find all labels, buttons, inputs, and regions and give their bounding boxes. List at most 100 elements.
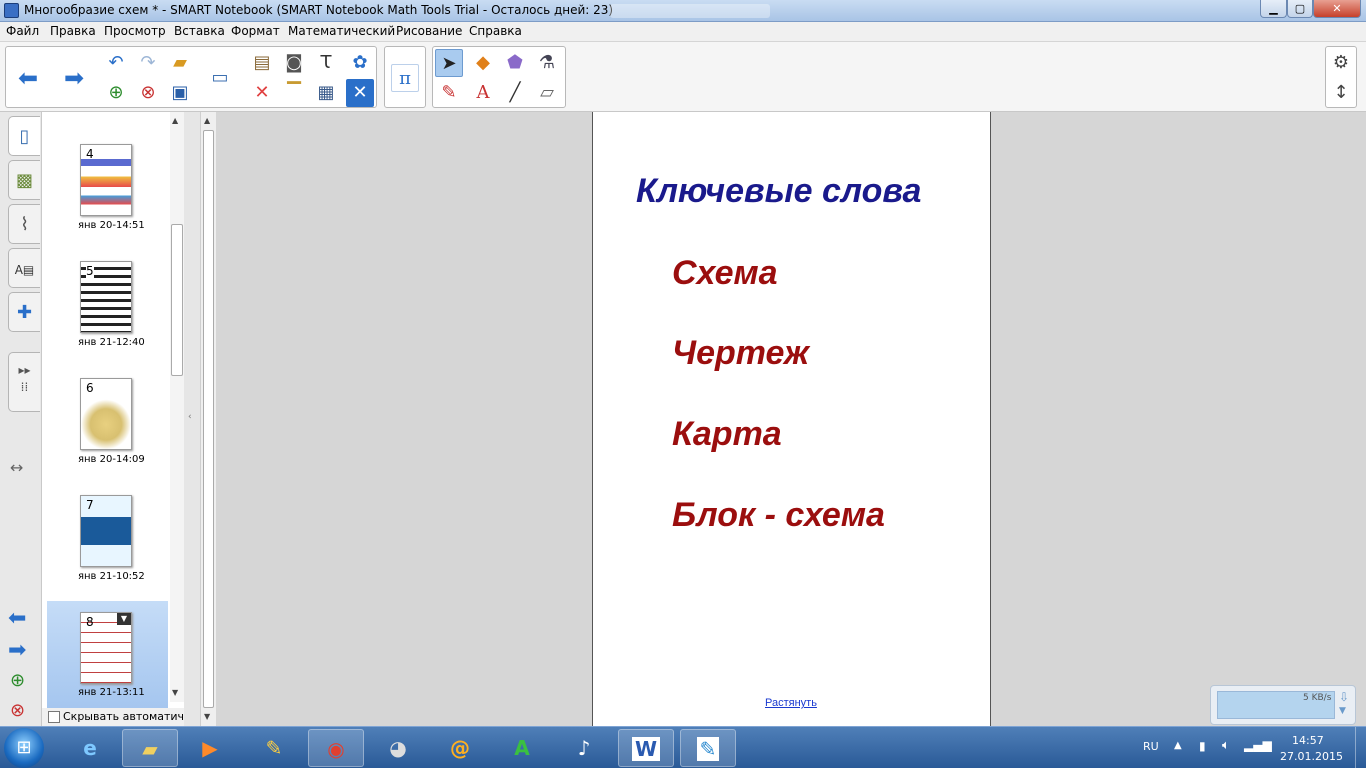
delete-icon[interactable]: ✕ — [248, 79, 276, 107]
menu-view[interactable]: Просмотр — [104, 24, 166, 38]
taskbar-audio[interactable]: ♪ — [556, 729, 612, 767]
thumb-menu-icon[interactable]: ▼ — [117, 613, 131, 625]
ws-scroll-up-icon[interactable]: ▲ — [204, 116, 210, 125]
taskbar-chrome[interactable]: ◉ — [308, 729, 364, 767]
forward-arrow-icon[interactable]: ➡ — [60, 64, 88, 92]
signal-icon[interactable]: ▂▄▆ — [1244, 738, 1272, 752]
page-sorter-tab[interactable]: ▯ — [8, 116, 40, 156]
autohide-checkbox[interactable] — [48, 711, 60, 723]
thumb-number: 7 — [86, 498, 94, 512]
start-button[interactable]: ⊞ — [4, 728, 44, 768]
eraser-icon[interactable]: ▱ — [533, 79, 561, 107]
keyword-2[interactable]: Чертеж — [672, 334, 809, 373]
next-page-icon[interactable]: ➡ — [8, 638, 26, 663]
menu-file[interactable]: Файл — [6, 24, 39, 38]
page-thumb-5[interactable]: 5 янв 21-12:40 — [42, 261, 168, 371]
scroll-up-icon[interactable]: ▲ — [172, 116, 178, 125]
volume-icon[interactable]: 🔈︎ — [1222, 738, 1230, 753]
table-icon[interactable]: ▦ — [312, 79, 340, 107]
shapes-icon[interactable]: ◆ — [469, 49, 497, 77]
maximize-button[interactable]: ▢ — [1287, 0, 1313, 18]
pi-icon[interactable]: π — [391, 64, 419, 92]
page-thumb-7[interactable]: 7 янв 21-10:52 — [42, 495, 168, 605]
screen-shade-icon[interactable]: ▔ — [280, 79, 308, 107]
fill-icon[interactable]: ⚗ — [533, 49, 561, 77]
clock-date[interactable]: 27.01.2015 — [1280, 750, 1343, 763]
properties-tab[interactable]: A▤ — [8, 248, 40, 288]
recognize-icon[interactable]: ✿ — [346, 49, 374, 77]
widget-menu-icon[interactable]: ▼ — [1339, 706, 1346, 716]
select-arrow-icon[interactable]: ➤ — [435, 49, 463, 77]
ws-scroll-thumb[interactable] — [203, 130, 214, 708]
gallery-tab[interactable]: ▩ — [8, 160, 40, 200]
keyword-3[interactable]: Карта — [672, 415, 782, 454]
tray-expand-icon[interactable]: ▲ — [1174, 740, 1182, 751]
open-folder-icon[interactable]: ▰ — [166, 49, 194, 77]
taskbar-smart-notebook[interactable]: ✎ — [680, 729, 736, 767]
undo-icon[interactable]: ↶ — [102, 49, 130, 77]
clock-time[interactable]: 14:57 — [1292, 734, 1324, 747]
taskbar-mail-agent[interactable]: @ — [432, 729, 488, 767]
sorter-scrollbar[interactable]: ▲ ▼ — [170, 112, 184, 702]
toolbar-move-icon[interactable]: ↕ — [1327, 79, 1355, 107]
taskbar-gimp[interactable]: ◕ — [370, 729, 426, 767]
menu-math[interactable]: Математический — [288, 24, 395, 38]
eraser-shape-icon[interactable]: ⬟ — [501, 49, 529, 77]
page-heading[interactable]: Ключевые слова — [636, 172, 921, 211]
scroll-down-icon[interactable]: ▼ — [172, 688, 178, 697]
text-a-icon[interactable]: A — [469, 79, 497, 107]
network-meter-widget[interactable]: 5 KB/s ⇩ ▼ — [1210, 685, 1356, 725]
workspace-scrollbar[interactable]: ▲ ▼ — [200, 112, 216, 726]
taskbar-paint[interactable]: ✎ — [246, 729, 302, 767]
page-thumb-4[interactable]: 4 янв 20-14:51 — [42, 144, 168, 254]
language-indicator[interactable]: RU — [1143, 740, 1159, 753]
prev-page-icon[interactable]: ⬅ — [8, 606, 26, 631]
gear-icon[interactable]: ⚙ — [1327, 49, 1355, 77]
taskbar-ie[interactable]: e — [62, 729, 118, 767]
screen-capture-icon[interactable]: ◙ — [280, 49, 308, 77]
add-page-icon[interactable]: ⊕ — [102, 79, 130, 107]
menu-help[interactable]: Справка — [469, 24, 522, 38]
menu-insert[interactable]: Вставка — [174, 24, 225, 38]
stretch-link[interactable]: Растянуть — [765, 697, 817, 709]
collapse-chevron-icon[interactable]: ‹ — [188, 412, 192, 422]
menu-draw[interactable]: Рисование — [396, 24, 462, 38]
menu-format[interactable]: Формат — [231, 24, 280, 38]
delete-page-side-icon[interactable]: ⊗ — [10, 700, 25, 721]
keyword-4[interactable]: Блок - схема — [672, 496, 885, 535]
folder-icon: ▰ — [142, 737, 158, 761]
properties-icon: A▤ — [14, 263, 35, 277]
close-button[interactable]: ✕ — [1313, 0, 1361, 18]
paste-icon[interactable]: ▤ — [248, 49, 276, 77]
save-icon[interactable]: ▣ — [166, 79, 194, 107]
keyword-1[interactable]: Схема — [672, 254, 778, 293]
taskbar-media[interactable]: ▶ — [182, 729, 238, 767]
minimize-button[interactable]: ▁ — [1260, 0, 1287, 18]
thumb-image: 7 — [80, 495, 132, 567]
menu-edit[interactable]: Правка — [50, 24, 96, 38]
pens-icon[interactable]: ✎ — [435, 79, 463, 107]
taskbar-app-a[interactable]: A — [494, 729, 550, 767]
close-x-icon[interactable]: ✕ — [346, 79, 374, 107]
back-arrow-icon[interactable]: ⬅ — [14, 64, 42, 92]
redo-icon[interactable]: ↷ — [134, 49, 162, 77]
add-page-side-icon[interactable]: ⊕ — [10, 670, 25, 691]
taskbar-explorer[interactable]: ▰ — [122, 729, 178, 767]
resize-arrows-icon[interactable]: ↔ — [10, 458, 23, 477]
notebook-page[interactable]: Ключевые слова Схема Чертеж Карта Блок -… — [592, 112, 991, 726]
show-screen-icon[interactable]: ▭ — [206, 64, 234, 92]
attachments-tab[interactable]: ⌇ — [8, 204, 40, 244]
taskbar-word[interactable]: W — [618, 729, 674, 767]
expand-tab[interactable]: ▸▸ ⁞⁞ — [8, 352, 40, 412]
show-desktop-button[interactable] — [1355, 727, 1366, 769]
line-icon[interactable]: ╱ — [501, 79, 529, 107]
delete-page-icon[interactable]: ⊗ — [134, 79, 162, 107]
text-tool-icon[interactable]: Ꚍ — [312, 49, 340, 77]
ws-scroll-down-icon[interactable]: ▼ — [204, 712, 210, 721]
page-thumb-6[interactable]: 6 янв 20-14:09 — [42, 378, 168, 488]
battery-icon[interactable]: ▮ — [1199, 739, 1206, 753]
panel-splitter[interactable]: ‹ — [184, 112, 200, 726]
page-thumb-8-selected[interactable]: 8 ▼ янв 21-13:11 — [47, 601, 168, 708]
sorter-scroll-thumb[interactable] — [171, 224, 183, 376]
addons-tab[interactable]: ✚ — [8, 292, 40, 332]
